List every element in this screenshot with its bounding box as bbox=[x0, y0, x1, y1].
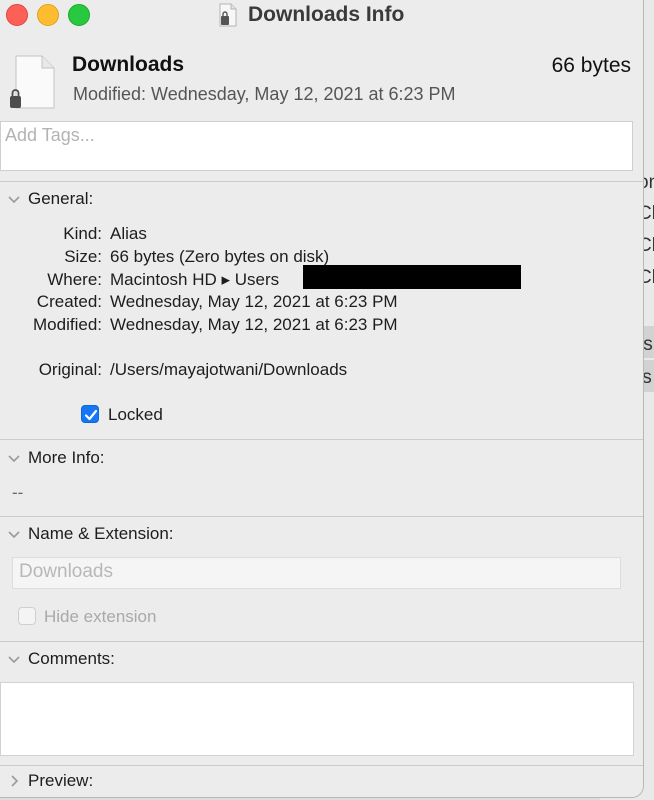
divider bbox=[0, 439, 643, 440]
tags-input[interactable]: Add Tags... bbox=[0, 121, 633, 171]
file-modified-date: Modified: Wednesday, May 12, 2021 at 6:2… bbox=[73, 84, 456, 104]
title-bar[interactable]: Downloads Info bbox=[0, 0, 643, 30]
file-name: Downloads bbox=[72, 53, 185, 76]
general-section-title: General: bbox=[28, 189, 94, 208]
locked-checkbox[interactable] bbox=[81, 405, 99, 423]
more-info-section-header[interactable]: More Info: bbox=[6, 448, 105, 468]
alias-document-icon bbox=[218, 3, 238, 27]
chevron-down-icon[interactable] bbox=[6, 191, 22, 207]
locked-label: Locked bbox=[108, 405, 163, 424]
size-label: Size: bbox=[64, 247, 102, 266]
general-section-header[interactable]: General: bbox=[6, 189, 93, 209]
window-title: Downloads Info bbox=[248, 3, 405, 26]
file-header: Downloads 66 bytes Modified: Wednesday, … bbox=[0, 40, 643, 120]
divider bbox=[0, 516, 643, 517]
divider bbox=[0, 181, 643, 182]
checkmark-icon bbox=[84, 409, 98, 421]
hide-extension-checkbox[interactable] bbox=[18, 607, 36, 625]
chevron-down-icon[interactable] bbox=[6, 450, 22, 466]
name-extension-section-header[interactable]: Name & Extension: bbox=[6, 524, 174, 544]
where-label: Where: bbox=[47, 270, 102, 289]
preview-section-header[interactable]: Preview: bbox=[6, 771, 93, 791]
modified-label: Modified: bbox=[33, 315, 102, 334]
more-info-value: -- bbox=[12, 483, 24, 502]
hide-extension-label: Hide extension bbox=[44, 607, 157, 626]
preview-section-title: Preview: bbox=[28, 771, 94, 790]
chevron-right-icon[interactable] bbox=[6, 773, 22, 789]
kind-label: Kind: bbox=[63, 224, 102, 243]
comments-section-header[interactable]: Comments: bbox=[6, 649, 115, 669]
more-info-section-title: More Info: bbox=[28, 448, 105, 467]
created-label: Created: bbox=[36, 292, 102, 311]
chevron-down-icon[interactable] bbox=[6, 651, 22, 667]
divider bbox=[0, 641, 643, 642]
chevron-down-icon[interactable] bbox=[6, 526, 22, 542]
redacted-path bbox=[303, 265, 521, 289]
zoom-button[interactable] bbox=[68, 4, 90, 26]
comments-section-title: Comments: bbox=[28, 649, 115, 668]
original-label: Original: bbox=[38, 360, 102, 379]
divider bbox=[0, 765, 643, 766]
name-input[interactable]: Downloads bbox=[12, 557, 621, 589]
name-extension-section-title: Name & Extension: bbox=[28, 524, 174, 543]
comments-textarea[interactable] bbox=[0, 682, 634, 756]
info-window: Downloads Info Downloads 66 bytes Modifi… bbox=[0, 0, 644, 798]
close-button[interactable] bbox=[6, 4, 28, 26]
minimize-button[interactable] bbox=[37, 4, 59, 26]
window-title-group: Downloads Info bbox=[218, 2, 404, 28]
file-size: 66 bytes bbox=[551, 54, 631, 77]
